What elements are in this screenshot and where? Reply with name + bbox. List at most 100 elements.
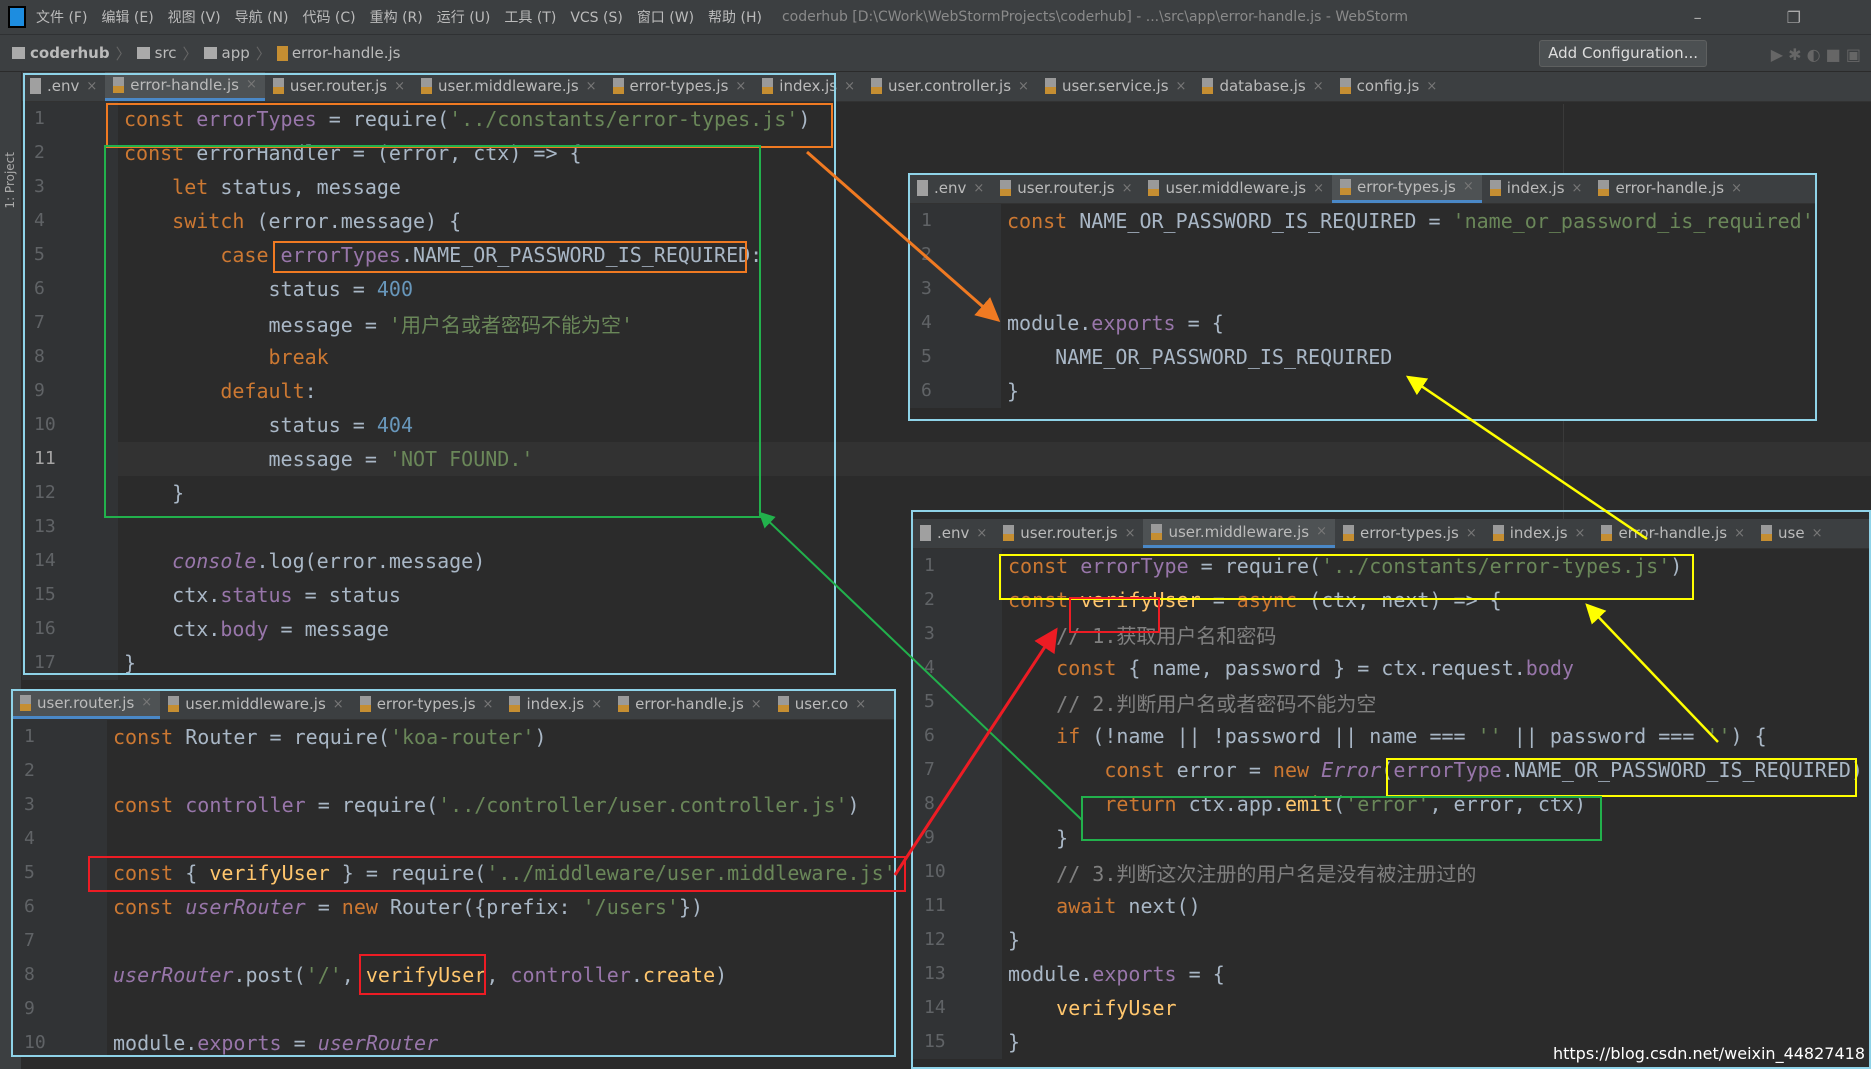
tab-user-controller-js[interactable]: user.controller.js × — [863, 72, 1037, 101]
close-tab-icon[interactable]: × — [586, 79, 597, 94]
close-tab-icon[interactable]: × — [591, 697, 602, 712]
code-token: break — [124, 345, 329, 369]
close-tab-icon[interactable]: × — [973, 181, 984, 196]
code-token: errorType — [1080, 554, 1189, 578]
tab-error-types-js[interactable]: error-types.js × — [1332, 174, 1482, 203]
tab-user-middleware-js[interactable]: user.middleware.js × — [160, 690, 352, 719]
code-token: 'error' — [1345, 792, 1430, 816]
menu-item[interactable]: 重构 (R) — [370, 10, 423, 26]
close-tab-icon[interactable]: × — [1122, 181, 1133, 196]
close-tab-icon[interactable]: × — [1463, 179, 1474, 194]
tab--env[interactable]: .env × — [909, 174, 992, 203]
close-tab-icon[interactable]: × — [976, 526, 987, 541]
tab--env[interactable]: .env × — [912, 519, 995, 548]
tab-database-js[interactable]: database.js × — [1194, 72, 1331, 101]
tab-user-middleware-js[interactable]: user.middleware.js × — [413, 72, 605, 101]
navigation-bar: coderhub 〉 src 〉 app 〉 error-handle.js Add … — [0, 34, 1871, 72]
close-tab-icon[interactable]: × — [1731, 181, 1742, 196]
close-tab-icon[interactable]: × — [333, 697, 344, 712]
menu-item[interactable]: 导航 (N) — [235, 10, 289, 26]
close-tab-icon[interactable]: × — [1316, 524, 1327, 539]
line-number: 14 — [912, 991, 1002, 1025]
close-tab-icon[interactable]: × — [751, 697, 762, 712]
close-tab-icon[interactable]: × — [1176, 79, 1187, 94]
tab--env[interactable]: .env × — [22, 72, 105, 101]
close-tab-icon[interactable]: × — [855, 697, 866, 712]
breadcrumb-file[interactable]: error-handle.js — [292, 44, 401, 62]
tab-index-js[interactable]: index.js × — [754, 72, 863, 101]
menu-item[interactable]: 代码 (C) — [302, 10, 355, 26]
menu-item[interactable]: 文件 (F) — [36, 10, 87, 26]
tab-user-middleware-js[interactable]: user.middleware.js × — [1143, 519, 1335, 548]
close-tab-icon[interactable]: × — [1572, 181, 1583, 196]
tab-config-js[interactable]: config.js × — [1332, 72, 1446, 101]
close-tab-icon[interactable]: × — [483, 697, 494, 712]
tab-index-js[interactable]: index.js × — [1485, 519, 1594, 548]
close-tab-icon[interactable]: × — [1018, 79, 1029, 94]
breadcrumb-app[interactable]: app — [222, 44, 250, 62]
menu-item[interactable]: 视图 (V) — [168, 10, 221, 26]
tab-user-router-js[interactable]: user.router.js × — [992, 174, 1140, 203]
window-controls[interactable]: – ❐ — [1694, 8, 1841, 27]
code-token: = { — [1176, 962, 1225, 986]
user-router-editor[interactable]: user.router.js × user.middleware.js × error-… — [12, 690, 895, 1056]
close-tab-icon[interactable]: × — [246, 77, 257, 92]
project-tool-button[interactable]: 1: Project — [3, 152, 17, 209]
menu-item[interactable]: 工具 (T) — [504, 10, 556, 26]
line-number: 8 — [912, 787, 1002, 821]
tab-user-router-js[interactable]: user.router.js × — [265, 72, 413, 101]
menu-item[interactable]: 编辑 (E) — [101, 10, 153, 26]
code-text: message = '用户名或者密码不能为空' — [118, 309, 633, 338]
user-middleware-editor[interactable]: .env × user.router.js × user.middleware.js × e… — [912, 519, 1871, 1069]
close-tab-icon[interactable]: × — [141, 695, 152, 710]
close-tab-icon[interactable]: × — [86, 79, 97, 94]
tab-index-js[interactable]: index.js × — [501, 690, 610, 719]
tab-error-handle-js[interactable]: error-handle.js × — [1593, 519, 1753, 548]
error-types-editor[interactable]: .env × user.router.js × user.middleware.js × e… — [909, 174, 1816, 420]
tab-error-handle-js[interactable]: error-handle.js × — [610, 690, 770, 719]
code-area[interactable]: 1 const errorType = require('../constants… — [912, 549, 1871, 1059]
close-tab-icon[interactable]: × — [1426, 79, 1437, 94]
close-tab-icon[interactable]: × — [1575, 526, 1586, 541]
tab-user-service-js[interactable]: user.service.js × — [1037, 72, 1195, 101]
tab-user-router-js[interactable]: user.router.js × — [995, 519, 1143, 548]
breadcrumb-src[interactable]: src — [155, 44, 177, 62]
code-area[interactable]: 1 const NAME_OR_PASSWORD_IS_REQUIRED = 'n… — [909, 204, 1816, 408]
code-line: 1 const errorType = require('../constants… — [912, 549, 1871, 583]
menu-item[interactable]: 窗口 (W) — [637, 10, 694, 26]
tab-error-handle-js[interactable]: error-handle.js × — [105, 72, 265, 101]
tab-use[interactable]: use × — [1753, 519, 1830, 548]
run-toolbar-icons[interactable]: ▶ ✱ ◐ ■ ▣ — [1771, 45, 1861, 64]
tab-error-types-js[interactable]: error-types.js × — [605, 72, 755, 101]
menu-item[interactable]: VCS (S) — [570, 10, 623, 26]
close-tab-icon[interactable]: × — [1812, 526, 1823, 541]
close-tab-icon[interactable]: × — [1313, 79, 1324, 94]
code-area[interactable]: 1 const Router = require('koa-router') 2 3 c… — [12, 720, 895, 1056]
tab-error-types-js[interactable]: error-types.js × — [1335, 519, 1485, 548]
tab-user-middleware-js[interactable]: user.middleware.js × — [1140, 174, 1332, 203]
close-tab-icon[interactable]: × — [1734, 526, 1745, 541]
code-text: const { name, password } = ctx.request.b… — [1002, 656, 1574, 680]
code-line: 12} — [912, 923, 1871, 957]
close-tab-icon[interactable]: × — [735, 79, 746, 94]
tab-error-handle-js[interactable]: error-handle.js × — [1590, 174, 1750, 203]
breadcrumb-project[interactable]: coderhub — [30, 44, 110, 62]
code-text: ctx.body = message — [118, 617, 389, 641]
tab-index-js[interactable]: index.js × — [1482, 174, 1591, 203]
code-token: = status — [292, 583, 401, 607]
tab-user-router-js[interactable]: user.router.js × — [12, 690, 161, 719]
close-tab-icon[interactable]: × — [844, 79, 855, 94]
close-tab-icon[interactable]: × — [1125, 526, 1136, 541]
code-token: = require( — [305, 793, 439, 817]
tab-user-co[interactable]: user.co × — [770, 690, 874, 719]
close-tab-icon[interactable]: × — [1313, 181, 1324, 196]
code-text: switch (error.message) { — [118, 209, 461, 233]
menu-item[interactable]: 运行 (U) — [437, 10, 491, 26]
close-tab-icon[interactable]: × — [394, 79, 405, 94]
close-tab-icon[interactable]: × — [1466, 526, 1477, 541]
add-configuration-button[interactable]: Add Configuration... — [1539, 40, 1707, 67]
code-token: body — [220, 617, 269, 641]
folder-icon — [136, 47, 150, 59]
tab-error-types-js[interactable]: error-types.js × — [352, 690, 502, 719]
menu-item[interactable]: 帮助 (H) — [708, 10, 762, 26]
